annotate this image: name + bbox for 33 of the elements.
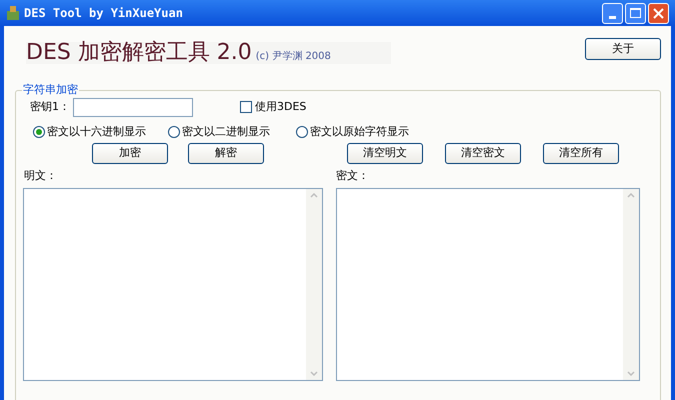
key-label: 密钥1： (30, 98, 71, 115)
scrollbar[interactable] (623, 189, 639, 380)
app-heading: DES 加密解密工具 2.0 (26, 42, 252, 64)
clear-button[interactable]: 清空所有 (543, 142, 619, 164)
about-button[interactable]: 关于 (585, 38, 661, 60)
clear-button[interactable]: 清空明文 (347, 142, 423, 164)
display-mode-radio[interactable]: 密文以十六进制显示 (33, 124, 168, 140)
checkbox-box[interactable] (240, 101, 252, 113)
ciphertext-label: 密文： (336, 168, 369, 184)
credit-text: (c) 尹学渊 2008 (256, 50, 331, 64)
ciphertext-area[interactable] (336, 188, 640, 381)
use-3des-checkbox[interactable]: 使用3DES (240, 98, 306, 116)
close-icon (653, 8, 664, 18)
scrollbar[interactable] (306, 189, 322, 380)
display-mode-radio[interactable]: 密文以原始字符显示 (296, 124, 436, 140)
action-button[interactable]: 加密 (92, 142, 168, 164)
scroll-up-icon[interactable] (310, 193, 318, 198)
minimize-button[interactable] (602, 2, 623, 24)
scroll-up-icon[interactable] (627, 193, 635, 198)
maximize-button[interactable] (625, 2, 646, 24)
scroll-down-icon[interactable] (627, 371, 635, 376)
scroll-down-icon[interactable] (310, 371, 318, 376)
plaintext-label: 明文： (24, 168, 58, 184)
close-button[interactable] (648, 2, 669, 24)
display-mode-radio[interactable]: 密文以二进制显示 (168, 124, 296, 140)
minimize-icon (609, 16, 616, 18)
clear-button[interactable]: 清空密文 (445, 142, 521, 164)
key-field[interactable] (73, 98, 193, 116)
app-icon (6, 5, 20, 21)
action-button[interactable]: 解密 (188, 142, 264, 164)
plaintext-area[interactable] (23, 188, 323, 381)
window-title: DES Tool by YinXueYuan (24, 5, 183, 22)
maximize-icon (630, 8, 641, 18)
